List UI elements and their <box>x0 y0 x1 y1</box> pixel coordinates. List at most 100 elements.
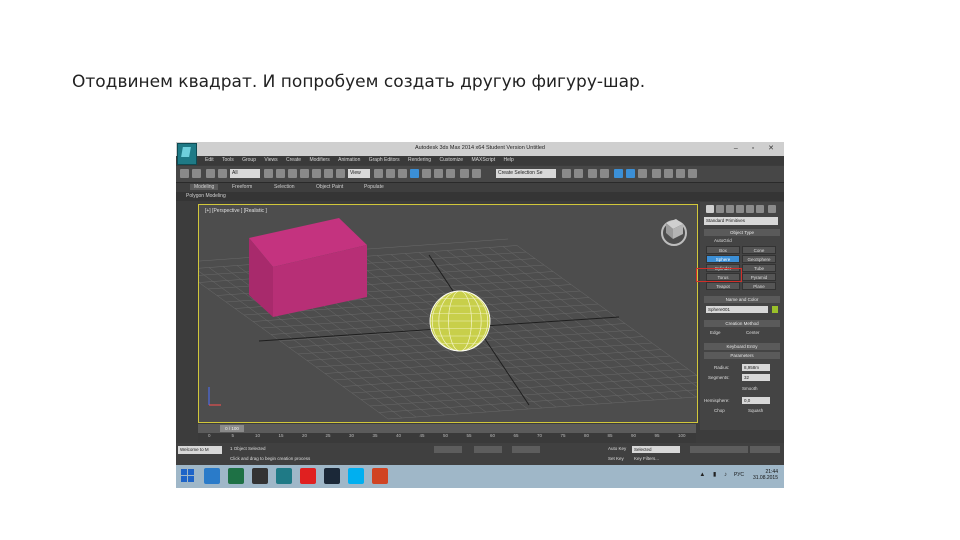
utilities-tab-icon[interactable] <box>756 205 764 213</box>
outlook-app-icon[interactable] <box>204 468 220 484</box>
named-selection-select[interactable]: Create Selection Se <box>496 169 556 178</box>
squash-radio[interactable]: Squash <box>748 408 763 413</box>
sphere-object[interactable] <box>429 290 491 352</box>
viewport-label[interactable]: [+] [Perspective ] [Realistic ] <box>205 208 267 214</box>
autogrid-checkbox[interactable]: AutoGrid <box>714 238 732 243</box>
perspective-viewport[interactable]: [+] [Perspective ] [Realistic ] <box>198 204 698 423</box>
wrench-icon[interactable] <box>768 205 776 213</box>
geosphere-button[interactable]: GeoSphere <box>742 255 776 263</box>
rendered-frame-icon[interactable] <box>664 169 673 178</box>
ribbon-tab-freeform[interactable]: Freeform <box>232 184 252 190</box>
move-icon[interactable] <box>312 169 321 178</box>
creation-method-rollout[interactable]: Creation Method <box>704 320 780 327</box>
menu-animation[interactable]: Animation <box>338 156 360 165</box>
viewport-nav-controls[interactable] <box>750 446 780 453</box>
creation-edge-radio[interactable]: Edge <box>710 330 721 335</box>
time-slider-thumb[interactable]: 0 / 100 <box>220 425 244 432</box>
scale-icon[interactable] <box>336 169 345 178</box>
menu-edit[interactable]: Edit <box>205 156 214 165</box>
tube-button[interactable]: Tube <box>742 264 776 272</box>
creation-center-radio[interactable]: Center <box>746 330 760 335</box>
rotate-icon[interactable] <box>324 169 333 178</box>
named-selection-sets-icon[interactable] <box>472 169 481 178</box>
menu-maxscript[interactable]: MAXScript <box>471 156 495 165</box>
mirror-icon[interactable] <box>562 169 571 178</box>
create-tab-icon[interactable] <box>706 205 714 213</box>
object-type-rollout[interactable]: Object Type <box>704 229 780 236</box>
auto-key-button[interactable]: Auto Key <box>608 446 626 451</box>
box-button[interactable]: Box <box>706 246 740 254</box>
ribbon-tab-selection[interactable]: Selection <box>274 184 295 190</box>
hierarchy-tab-icon[interactable] <box>726 205 734 213</box>
manipulate-icon[interactable] <box>386 169 395 178</box>
snaps-toggle-icon[interactable] <box>410 169 419 178</box>
menu-modifiers[interactable]: Modifiers <box>309 156 329 165</box>
system-clock[interactable]: 21:44 31.08.2015 <box>753 469 778 481</box>
spinner-snap-icon[interactable] <box>446 169 455 178</box>
sphere-button[interactable]: Sphere <box>706 255 740 263</box>
radius-input[interactable]: 8,958m <box>742 364 770 371</box>
menu-help[interactable]: Help <box>504 156 514 165</box>
redo-icon[interactable] <box>192 169 201 178</box>
menu-group[interactable]: Group <box>242 156 256 165</box>
align-icon[interactable] <box>574 169 583 178</box>
curve-editor-icon[interactable] <box>614 169 623 178</box>
keyboard-shortcut-icon[interactable] <box>398 169 407 178</box>
menu-tools[interactable]: Tools <box>222 156 234 165</box>
select-object-icon[interactable] <box>264 169 273 178</box>
reference-coord-select[interactable]: View <box>348 169 370 178</box>
render-production-icon[interactable] <box>676 169 685 178</box>
tray-icons[interactable]: ▲ ▮ ♪ <box>699 471 730 478</box>
powerpoint-app-icon[interactable] <box>372 468 388 484</box>
ribbon-tab-object-paint[interactable]: Object Paint <box>316 184 343 190</box>
object-color-swatch[interactable] <box>772 306 778 313</box>
track-bar[interactable]: 0 5 10 15 20 25 30 35 40 45 50 55 60 65 70 75 80 85 90 95 10… <box>198 433 696 443</box>
render-setup-icon[interactable] <box>652 169 661 178</box>
key-mode-select[interactable]: Selected <box>632 446 680 453</box>
window-crossing-icon[interactable] <box>300 169 309 178</box>
name-color-rollout[interactable]: Name and Color <box>704 296 780 303</box>
layer-manager-icon[interactable] <box>588 169 597 178</box>
render-iterative-icon[interactable] <box>688 169 697 178</box>
menu-rendering[interactable]: Rendering <box>408 156 431 165</box>
input-language[interactable]: РУС <box>734 472 744 478</box>
menu-graph-editors[interactable]: Graph Editors <box>369 156 400 165</box>
schematic-view-icon[interactable] <box>626 169 635 178</box>
link-icon[interactable] <box>206 169 215 178</box>
undo-icon[interactable] <box>180 169 189 178</box>
window-controls[interactable]: – ▫ ✕ <box>734 144 780 152</box>
hemisphere-input[interactable]: 0,0 <box>742 397 770 404</box>
excel-app-icon[interactable] <box>228 468 244 484</box>
playback-controls[interactable] <box>690 446 748 453</box>
time-slider[interactable]: 0 / 100 <box>198 424 696 433</box>
selection-filter-select[interactable]: All <box>230 169 260 178</box>
yandex-browser-icon[interactable] <box>300 468 316 484</box>
coord-z-field[interactable] <box>512 446 540 453</box>
windows-start-icon[interactable] <box>181 469 195 483</box>
plane-button[interactable]: Plane <box>742 282 776 290</box>
keyboard-entry-rollout[interactable]: Keyboard Entry <box>704 343 780 350</box>
select-by-name-icon[interactable] <box>276 169 285 178</box>
material-editor-icon[interactable] <box>638 169 647 178</box>
ribbon-toggle-icon[interactable] <box>600 169 609 178</box>
edit-named-sets-icon[interactable] <box>460 169 469 178</box>
unlink-icon[interactable] <box>218 169 227 178</box>
pivot-icon[interactable] <box>374 169 383 178</box>
rect-selection-icon[interactable] <box>288 169 297 178</box>
steam-app-icon[interactable] <box>324 468 340 484</box>
set-key-button[interactable]: Set Key <box>608 456 624 461</box>
maxscript-listener-input[interactable]: Welcome to M <box>178 446 222 454</box>
chop-radio[interactable]: Chop <box>714 408 725 413</box>
motion-tab-icon[interactable] <box>736 205 744 213</box>
teapot-button[interactable]: Teapot <box>706 282 740 290</box>
ribbon-tab-populate[interactable]: Populate <box>364 184 384 190</box>
ribbon-polygon-modeling[interactable]: Polygon Modeling <box>186 193 226 199</box>
coord-y-field[interactable] <box>474 446 502 453</box>
ribbon-tab-modeling[interactable]: Modeling <box>190 184 219 190</box>
cone-button[interactable]: Cone <box>742 246 776 254</box>
terminal-app-icon[interactable] <box>252 468 268 484</box>
angle-snap-icon[interactable] <box>422 169 431 178</box>
segments-input[interactable]: 32 <box>742 374 770 381</box>
display-tab-icon[interactable] <box>746 205 754 213</box>
object-name-input[interactable]: Sphere001 <box>706 306 768 313</box>
